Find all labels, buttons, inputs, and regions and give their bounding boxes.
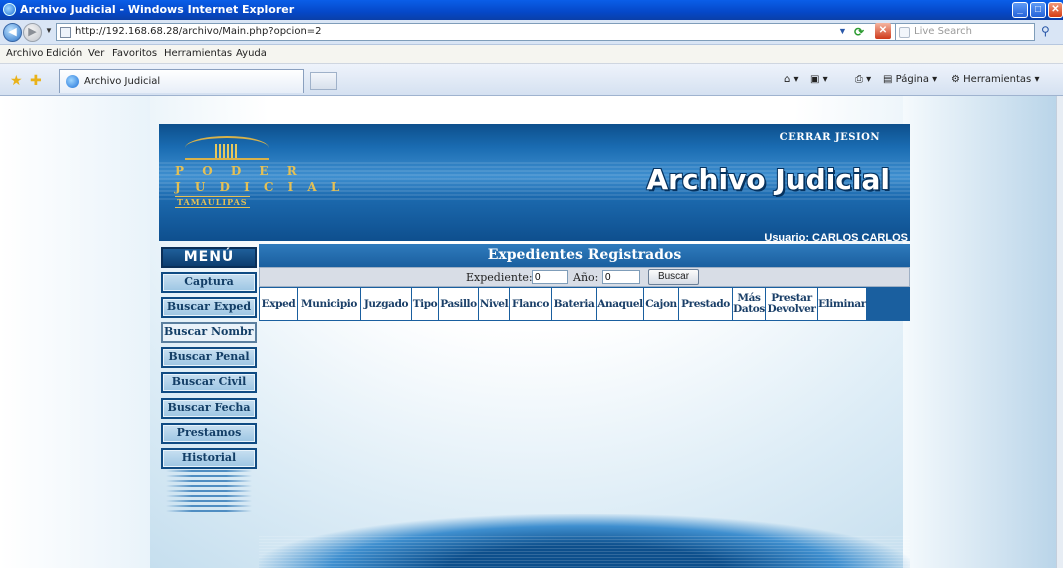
back-button[interactable]: ◀ (3, 23, 22, 42)
tab-row: ★ ✚ Archivo Judicial ⌂ ▾ ▣ ▾ ⎙ ▾ ▤ Págin… (0, 64, 1063, 96)
menu-item-label: Buscar Fecha (163, 400, 255, 417)
page-icon (60, 27, 71, 38)
menu-item-edicion[interactable]: Edición (46, 48, 82, 59)
tools-menu-label: Herramientas (963, 74, 1032, 85)
anio-input[interactable] (602, 270, 640, 284)
print-icon[interactable]: ⎙ ▾ (855, 74, 871, 85)
close-window-button[interactable]: ✕ (1048, 2, 1063, 18)
column-header: Juzgado (361, 288, 411, 320)
add-favorites-icon[interactable]: ✚ (30, 72, 42, 89)
menu-item-captura[interactable]: Captura (161, 272, 257, 293)
menu-item-buscar-penal[interactable]: Buscar Penal (161, 347, 257, 368)
results-table-header: Exped Municipio Juzgado Tipo Pasillo Niv… (259, 287, 910, 321)
address-dropdown-icon[interactable]: ▼ (838, 26, 847, 36)
search-icon[interactable]: ⚲ (1041, 24, 1050, 38)
stop-icon[interactable]: ✕ (875, 23, 891, 39)
expediente-input[interactable] (532, 270, 568, 284)
column-header: Nivel (479, 288, 509, 320)
window-title: Archivo Judicial - Windows Internet Expl… (20, 3, 295, 16)
menu-item-ayuda[interactable]: Ayuda (236, 48, 267, 59)
column-header: Bateria (552, 288, 596, 320)
footer-stripes (259, 536, 910, 568)
forward-button[interactable]: ▶ (23, 23, 42, 42)
refresh-icon[interactable]: ⟳ (854, 25, 864, 39)
poder-judicial-logo: P O D E R J U D I C I A L TAMAULIPAS (171, 136, 339, 214)
page-background-right (903, 96, 1063, 568)
logout-link[interactable]: CERRAR JESION (780, 132, 880, 143)
menu-item-label: Captura (163, 274, 255, 291)
address-toolbar: ◀ ▶ ▼ http://192.168.68.28/archivo/Main.… (0, 20, 1063, 45)
menu-bar: Archivo Edición Ver Favoritos Herramient… (0, 45, 1063, 64)
header-banner: P O D E R J U D I C I A L TAMAULIPAS CER… (159, 124, 910, 241)
menu-item-favoritos[interactable]: Favoritos (112, 48, 157, 59)
history-dropdown-icon[interactable]: ▼ (45, 26, 53, 35)
column-header: Prestado (679, 288, 732, 320)
column-header: Anaquel (597, 288, 643, 320)
column-header: Flanco (510, 288, 551, 320)
maximize-button[interactable]: □ (1030, 2, 1046, 18)
menu-item-buscar-civil[interactable]: Buscar Civil (161, 372, 257, 393)
search-provider-icon (899, 27, 910, 38)
tools-menu-button[interactable]: ⚙ Herramientas ▾ (951, 74, 1039, 85)
column-header: Más Datos (733, 288, 765, 320)
logo-line-2: J U D I C I A L (175, 180, 345, 194)
column-header: Cajon (644, 288, 678, 320)
page-background-left (0, 96, 150, 568)
menu-item-herramientas[interactable]: Herramientas (164, 48, 232, 59)
column-header: Prestar Devolver (766, 288, 817, 320)
menu-item-historial[interactable]: Historial (161, 448, 257, 469)
menu-item-buscar-fecha[interactable]: Buscar Fecha (161, 398, 257, 419)
menu-decoration (166, 470, 252, 514)
logo-pillars-icon (215, 144, 239, 158)
anio-label: Año: (573, 271, 599, 284)
address-input[interactable]: http://192.168.68.28/archivo/Main.php?op… (56, 23, 908, 41)
home-icon[interactable]: ⌂ ▾ (784, 74, 799, 85)
section-title: Expedientes Registrados (259, 244, 910, 267)
feeds-icon[interactable]: ▣ ▾ (810, 74, 828, 85)
menu-item-label: Buscar Civil (163, 374, 255, 391)
search-form: Expediente: Año: Buscar (259, 267, 910, 287)
tab-page-icon (66, 75, 79, 88)
menu-item-prestamos[interactable]: Prestamos (161, 423, 257, 444)
menu-item-label: Buscar Nombre (163, 324, 255, 341)
ie-logo-icon (3, 3, 16, 16)
address-url[interactable]: http://192.168.68.28/archivo/Main.php?op… (75, 26, 322, 37)
menu-item-buscar-nombre[interactable]: Buscar Nombre (161, 322, 257, 343)
column-header: Tipo (412, 288, 438, 320)
menu-item-buscar-exped[interactable]: Buscar Exped (161, 297, 257, 318)
footer-decoration (259, 514, 910, 568)
expediente-label: Expediente: (466, 271, 533, 284)
logo-line-1: P O D E R (175, 164, 304, 178)
column-header: Exped (260, 288, 297, 320)
menu-item-label: Prestamos (163, 425, 255, 442)
page-menu-label: Página (895, 74, 929, 85)
favorites-star-icon[interactable]: ★ (10, 72, 23, 89)
window-title-bar: Archivo Judicial - Windows Internet Expl… (0, 0, 1063, 20)
column-header: Eliminar (818, 288, 866, 320)
menu-item-label: Buscar Exped (163, 299, 255, 316)
menu-item-label: Historial (163, 450, 255, 467)
menu-item-label: Buscar Penal (163, 349, 255, 366)
tab-label: Archivo Judicial (84, 76, 161, 87)
column-header: Pasillo (439, 288, 478, 320)
logo-line-3: TAMAULIPAS (175, 196, 250, 208)
minimize-button[interactable]: _ (1012, 2, 1028, 18)
column-header: Municipio (298, 288, 360, 320)
menu-title: MENÚ (161, 247, 257, 268)
search-input[interactable]: Live Search (895, 23, 1035, 41)
search-placeholder: Live Search (914, 26, 972, 37)
user-label: Usuario: CARLOS CARLOS (764, 232, 908, 241)
tab-archivo-judicial[interactable]: Archivo Judicial (59, 69, 304, 93)
vertical-scrollbar[interactable] (1056, 96, 1063, 568)
buscar-button[interactable]: Buscar (648, 269, 699, 285)
page-viewport: P O D E R J U D I C I A L TAMAULIPAS CER… (0, 96, 1063, 568)
app-title: Archivo Judicial (646, 163, 890, 196)
page-menu-button[interactable]: ▤ Página ▾ (883, 74, 937, 85)
menu-item-archivo[interactable]: Archivo (6, 48, 43, 59)
menu-item-ver[interactable]: Ver (88, 48, 104, 59)
new-tab-button[interactable] (310, 72, 337, 90)
